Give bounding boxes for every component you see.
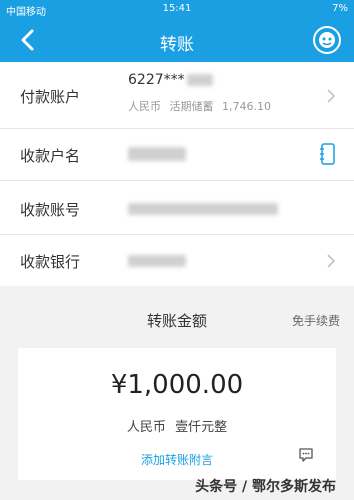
payee-account-input[interactable] [128, 203, 278, 215]
account-type: 活期储蓄 [169, 100, 214, 113]
payee-account-label: 收款账号 [20, 201, 81, 219]
payee-name-label: 收款户名 [20, 147, 81, 165]
payer-account-details: 人民币 活期储蓄 1,746.10 [128, 98, 271, 114]
masked-account-digits [186, 74, 213, 86]
battery-level: 7% [332, 3, 348, 14]
transfer-form: 付款账户 6227*** 人民币 活期储蓄 1,746.10 收款户名 收款账号… [0, 62, 354, 286]
nav-bar: 转账 [0, 18, 354, 62]
page-title: 转账 [160, 35, 194, 55]
amount-in-words: 人民币 壹仟元整 [18, 416, 336, 435]
amount-currency: 人民币 [126, 420, 166, 435]
account-prefix: 6227*** [128, 72, 185, 88]
payer-account-number: 6227*** [128, 72, 213, 88]
account-balance: 1,746.10 [222, 100, 271, 113]
amount-input[interactable]: ¥1,000.00 [18, 370, 336, 400]
chevron-right-icon [327, 89, 336, 103]
amount-card[interactable]: ¥1,000.00 人民币 壹仟元整 添加转账附言 [18, 348, 336, 480]
payee-account-row[interactable]: 收款账号 [0, 181, 354, 235]
contacts-book-icon[interactable] [320, 143, 336, 165]
fee-waived-note: 免手续费 [291, 314, 340, 328]
payee-name-row[interactable]: 收款户名 [0, 129, 354, 181]
watermark: 头条号 / 鄂尔多斯发布 [195, 479, 336, 495]
message-icon[interactable] [298, 447, 314, 463]
add-memo-link[interactable]: 添加转账附言 [18, 451, 336, 468]
payee-bank-value [128, 255, 186, 267]
customer-service-icon[interactable] [312, 25, 342, 55]
amount-section: 转账金额 免手续费 ¥1,000.00 人民币 壹仟元整 添加转账附言 [0, 286, 354, 500]
payer-account-row[interactable]: 付款账户 6227*** 人民币 活期储蓄 1,746.10 [0, 62, 354, 129]
clock: 15:41 [162, 3, 192, 14]
payer-account-label: 付款账户 [20, 88, 81, 106]
status-bar: 中国移动 15:41 7% [0, 0, 354, 18]
chevron-right-icon [327, 254, 336, 268]
amount-chinese-words: 壹仟元整 [175, 420, 228, 435]
payee-name-input[interactable] [128, 147, 186, 161]
payee-bank-label: 收款银行 [20, 253, 81, 271]
currency-label: 人民币 [128, 100, 161, 113]
payee-bank-row[interactable]: 收款银行 [0, 235, 354, 286]
